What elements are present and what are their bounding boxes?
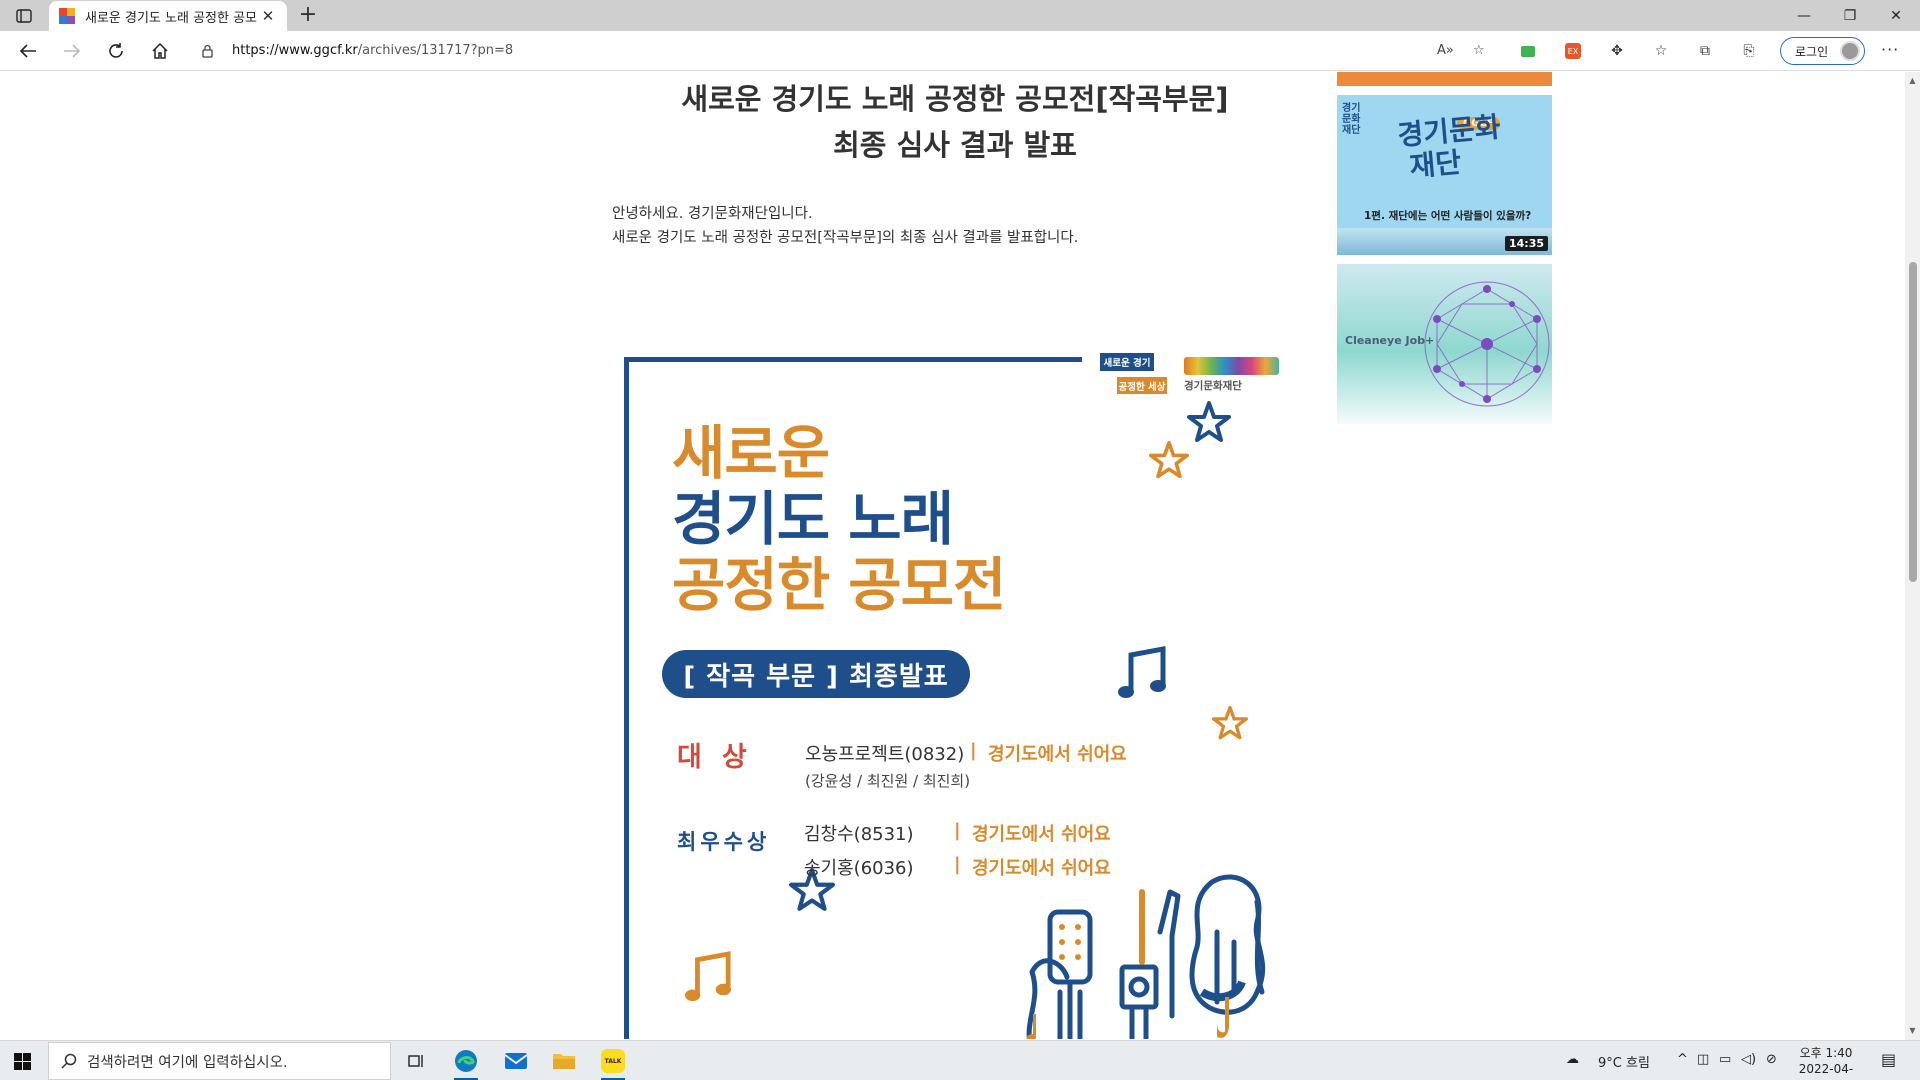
- video-title: 경기문화 재단: [1396, 110, 1502, 184]
- tab-actions-icon[interactable]: [10, 6, 38, 26]
- windows-start-icon[interactable]: [14, 1053, 31, 1070]
- music-note-icon: [1118, 645, 1166, 698]
- taskbar-search-input[interactable]: 검색하려면 여기에 입력하십시오.: [48, 1042, 391, 1080]
- network-icon[interactable]: ▭: [1719, 1052, 1731, 1067]
- network-globe-icon: [1424, 281, 1550, 407]
- award-separator: |: [954, 820, 961, 841]
- award-separator: |: [970, 740, 977, 761]
- notification-blocked-icon[interactable]: ⊘: [1766, 1052, 1777, 1067]
- announcement-poster: 새로운 경기 공정한 세상 경기문화재단 새로운 경기도 노래 공정한 공모전 …: [612, 280, 1292, 1039]
- address-bar[interactable]: https://www.ggcf.kr/archives/131717?pn=8…: [190, 36, 1485, 66]
- poster-title-line-1: 새로운: [672, 419, 830, 487]
- tab-close-icon[interactable]: ✕: [259, 7, 277, 25]
- forward-icon[interactable]: [60, 39, 84, 63]
- login-label: 로그인: [1795, 44, 1829, 59]
- music-note-icon: [684, 951, 732, 1002]
- star-icon: [1212, 705, 1248, 740]
- scroll-thumb[interactable]: [1909, 262, 1917, 582]
- scroll-down-icon[interactable]: ▼: [1908, 1026, 1917, 1035]
- excellence-label: 최우수상: [677, 830, 771, 854]
- home-icon[interactable]: [148, 39, 172, 63]
- award-separator: |: [954, 854, 961, 875]
- favorite-add-icon[interactable]: ☆: [1473, 43, 1485, 58]
- article-intro: 안녕하세요. 경기문화재단입니다. 새로운 경기도 노래 공정한 공모전[작곡부…: [612, 202, 1078, 250]
- edge-browser-icon[interactable]: [450, 1045, 482, 1080]
- excellence-winner-name: 송기홍(6036): [804, 858, 914, 879]
- browser-tab-active[interactable]: 새로운 경기도 노래 공정한 공모 ✕: [49, 1, 287, 31]
- close-window-button[interactable]: ✕: [1874, 0, 1918, 31]
- tab-strip: 새로운 경기도 노래 공정한 공모 ✕ + — ❐ ✕: [0, 0, 1920, 31]
- taskbar-clock[interactable]: 오후 1:40 2022-04-12: [1793, 1045, 1859, 1080]
- weather-icon[interactable]: ☁: [1566, 1052, 1579, 1067]
- extensions-puzzle-icon[interactable]: ✥: [1607, 41, 1627, 61]
- poster-title-line-3: 공정한 공모전: [672, 551, 1006, 619]
- new-tab-button[interactable]: +: [296, 4, 320, 26]
- settings-more-icon[interactable]: ···: [1881, 40, 1899, 59]
- clock-date: 2022-04-12: [1798, 1062, 1854, 1080]
- video-caption: 1편. 재단에는 어떤 사람들이 있을까?: [1364, 210, 1532, 222]
- search-placeholder: 검색하려면 여기에 입력하십시오.: [87, 1054, 288, 1071]
- grand-prize-song: 경기도에서 쉬어요: [988, 744, 1127, 765]
- excellence-winner-name: 김창수(8531): [804, 824, 914, 845]
- poster-frame: [624, 357, 1082, 362]
- grand-prize-members: (강윤성 / 최진원 / 최진희): [805, 772, 971, 790]
- intro-line-2: 새로운 경기도 노래 공정한 공모전[작곡부문]의 최종 심사 결과를 발표합니…: [612, 230, 1079, 246]
- campaign-badge: 새로운 경기 공정한 세상: [1100, 353, 1167, 395]
- favorites-icon[interactable]: ☆: [1651, 41, 1671, 61]
- meet-now-icon[interactable]: ◫: [1697, 1052, 1709, 1067]
- grand-prize-label: 대상: [677, 742, 767, 773]
- star-icon: [1149, 440, 1189, 479]
- clock-time: 오후 1:40: [1799, 1046, 1853, 1060]
- extension-ex-icon[interactable]: EX: [1563, 41, 1583, 61]
- page-scrollbar[interactable]: ▲ ▼: [1905, 72, 1920, 1040]
- poster-frame: [624, 357, 629, 1039]
- windows-taskbar: 검색하려면 여기에 입력하십시오. TALK ☁ 9°C 흐림 ^ ◫ ▭ ◁)…: [0, 1040, 1920, 1080]
- extension-green-icon[interactable]: [1518, 41, 1538, 61]
- task-view-icon[interactable]: [400, 1045, 432, 1077]
- video-duration: 14:35: [1504, 236, 1548, 251]
- grand-prize-name: 오농프로젝트(0832): [805, 744, 965, 765]
- ggcf-logo: 경기문화재단: [1184, 357, 1279, 397]
- headline-line-1: 새로운 경기도 노래 공정한 공모전[작곡부문]: [681, 82, 1229, 116]
- site-favicon-icon: [59, 8, 75, 24]
- profile-login-button[interactable]: 로그인: [1780, 37, 1865, 65]
- tray-chevron-icon[interactable]: ^: [1677, 1052, 1688, 1067]
- badge-bottom: 공정한 세상: [1117, 377, 1167, 394]
- tab-title: 새로운 경기도 노래 공정한 공모: [85, 10, 258, 26]
- excellence-winner-song: 경기도에서 쉬어요: [972, 824, 1111, 845]
- url-text: https://www.ggcf.kr/archives/131717?pn=8: [232, 43, 514, 58]
- badge-top: 새로운 경기: [1100, 353, 1154, 371]
- restore-button[interactable]: ❐: [1828, 0, 1872, 31]
- minimize-button[interactable]: —: [1782, 0, 1826, 31]
- read-aloud-icon[interactable]: A»: [1437, 43, 1454, 58]
- avatar: [1840, 41, 1860, 61]
- sidebar-ad-banner[interactable]: Cleaneye Job+: [1337, 264, 1552, 424]
- file-explorer-icon[interactable]: [548, 1045, 580, 1077]
- volume-icon[interactable]: ◁): [1741, 1052, 1756, 1067]
- poster-title: 새로운 경기도 노래 공정한 공모전: [672, 419, 1006, 619]
- browser-toolbar: https://www.ggcf.kr/archives/131717?pn=8…: [0, 31, 1920, 71]
- scroll-up-icon[interactable]: ▲: [1908, 76, 1917, 85]
- video-channel-logo: 경기 문화 재단: [1342, 103, 1361, 136]
- star-icon: [1187, 401, 1231, 442]
- sidebar-banner[interactable]: [1337, 72, 1552, 86]
- poster-title-line-2: 경기도 노래: [672, 485, 954, 553]
- category-pill: [ 작곡 부문 ] 최종발표: [662, 650, 970, 698]
- weather-text[interactable]: 9°C 흐림: [1598, 1052, 1650, 1071]
- lock-icon[interactable]: [202, 44, 213, 58]
- search-icon: [61, 1053, 77, 1069]
- page-viewport: 새로운 경기도 노래 공정한 공모전[작곡부문] 최종 심사 결과 발표 안녕하…: [0, 72, 1905, 1039]
- screenshot-icon[interactable]: ⎘: [1739, 41, 1759, 61]
- article-headline: 새로운 경기도 노래 공정한 공모전[작곡부문] 최종 심사 결과 발표: [600, 76, 1310, 168]
- back-icon[interactable]: [16, 39, 40, 63]
- instruments-illustration: [1026, 874, 1266, 1039]
- sidebar-video-thumbnail[interactable]: 경기 문화 재단 GGCF 경기문화 재단 1편. 재단에는 어떤 사람들이 있…: [1337, 95, 1552, 255]
- action-center-icon[interactable]: ▤: [1881, 1050, 1896, 1069]
- collections-icon[interactable]: ⧉: [1695, 41, 1715, 61]
- kakaotalk-icon[interactable]: TALK: [597, 1045, 629, 1080]
- intro-line-1: 안녕하세요. 경기문화재단입니다.: [612, 206, 813, 222]
- headline-line-2: 최종 심사 결과 발표: [833, 128, 1077, 162]
- refresh-icon[interactable]: [104, 39, 128, 63]
- mail-icon[interactable]: [500, 1045, 532, 1077]
